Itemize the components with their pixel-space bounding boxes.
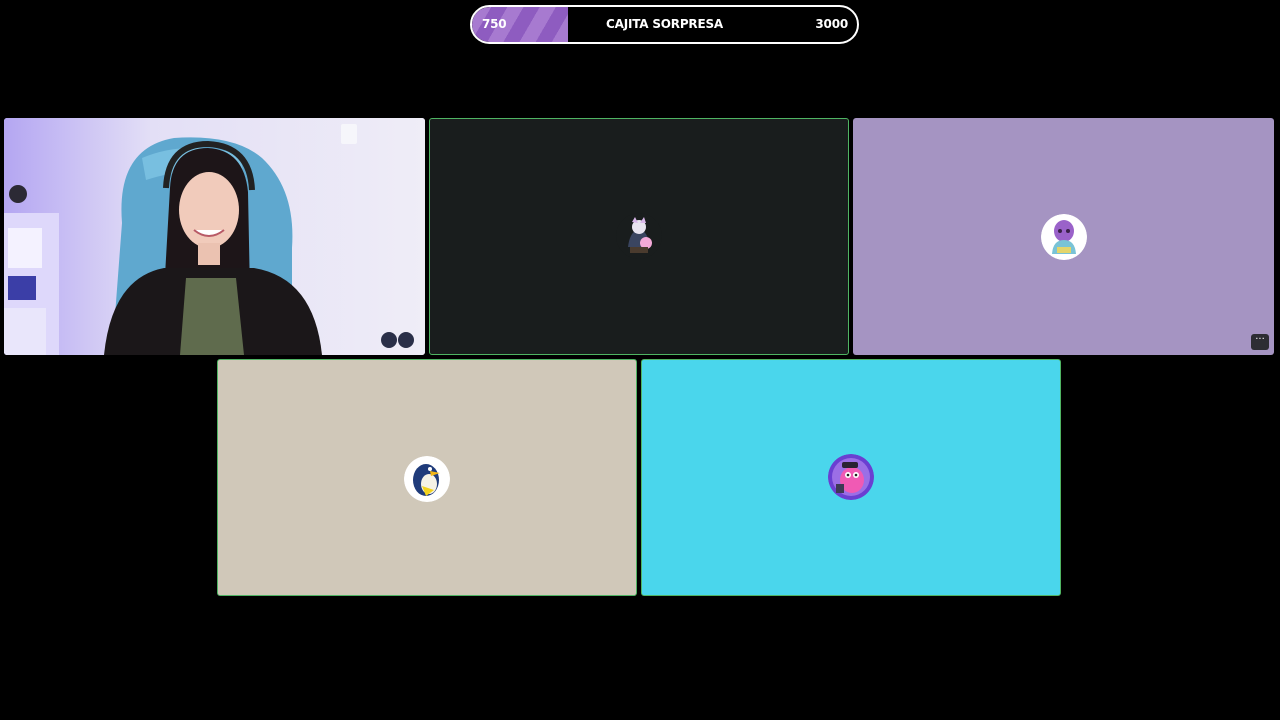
goal-progress-bar: 750 CAJITA SORPRESA 3000 — [470, 5, 859, 44]
cat-figure-avatar — [616, 213, 662, 259]
webcam-video-feed — [4, 118, 425, 355]
participant-tile-4[interactable] — [217, 359, 637, 596]
pink-creature-avatar — [828, 454, 874, 500]
participant-tile-webcam[interactable] — [4, 118, 425, 355]
ellipsis-icon[interactable]: ··· — [1251, 334, 1269, 350]
purple-character-avatar — [1041, 214, 1087, 260]
goal-end-value: 3000 — [815, 17, 848, 31]
goal-title: CAJITA SORPRESA — [606, 17, 723, 31]
penguin-avatar — [404, 456, 450, 502]
participant-tile-2[interactable] — [429, 118, 849, 355]
participant-tile-3[interactable]: ··· — [853, 118, 1274, 355]
participant-tile-5[interactable] — [641, 359, 1061, 596]
